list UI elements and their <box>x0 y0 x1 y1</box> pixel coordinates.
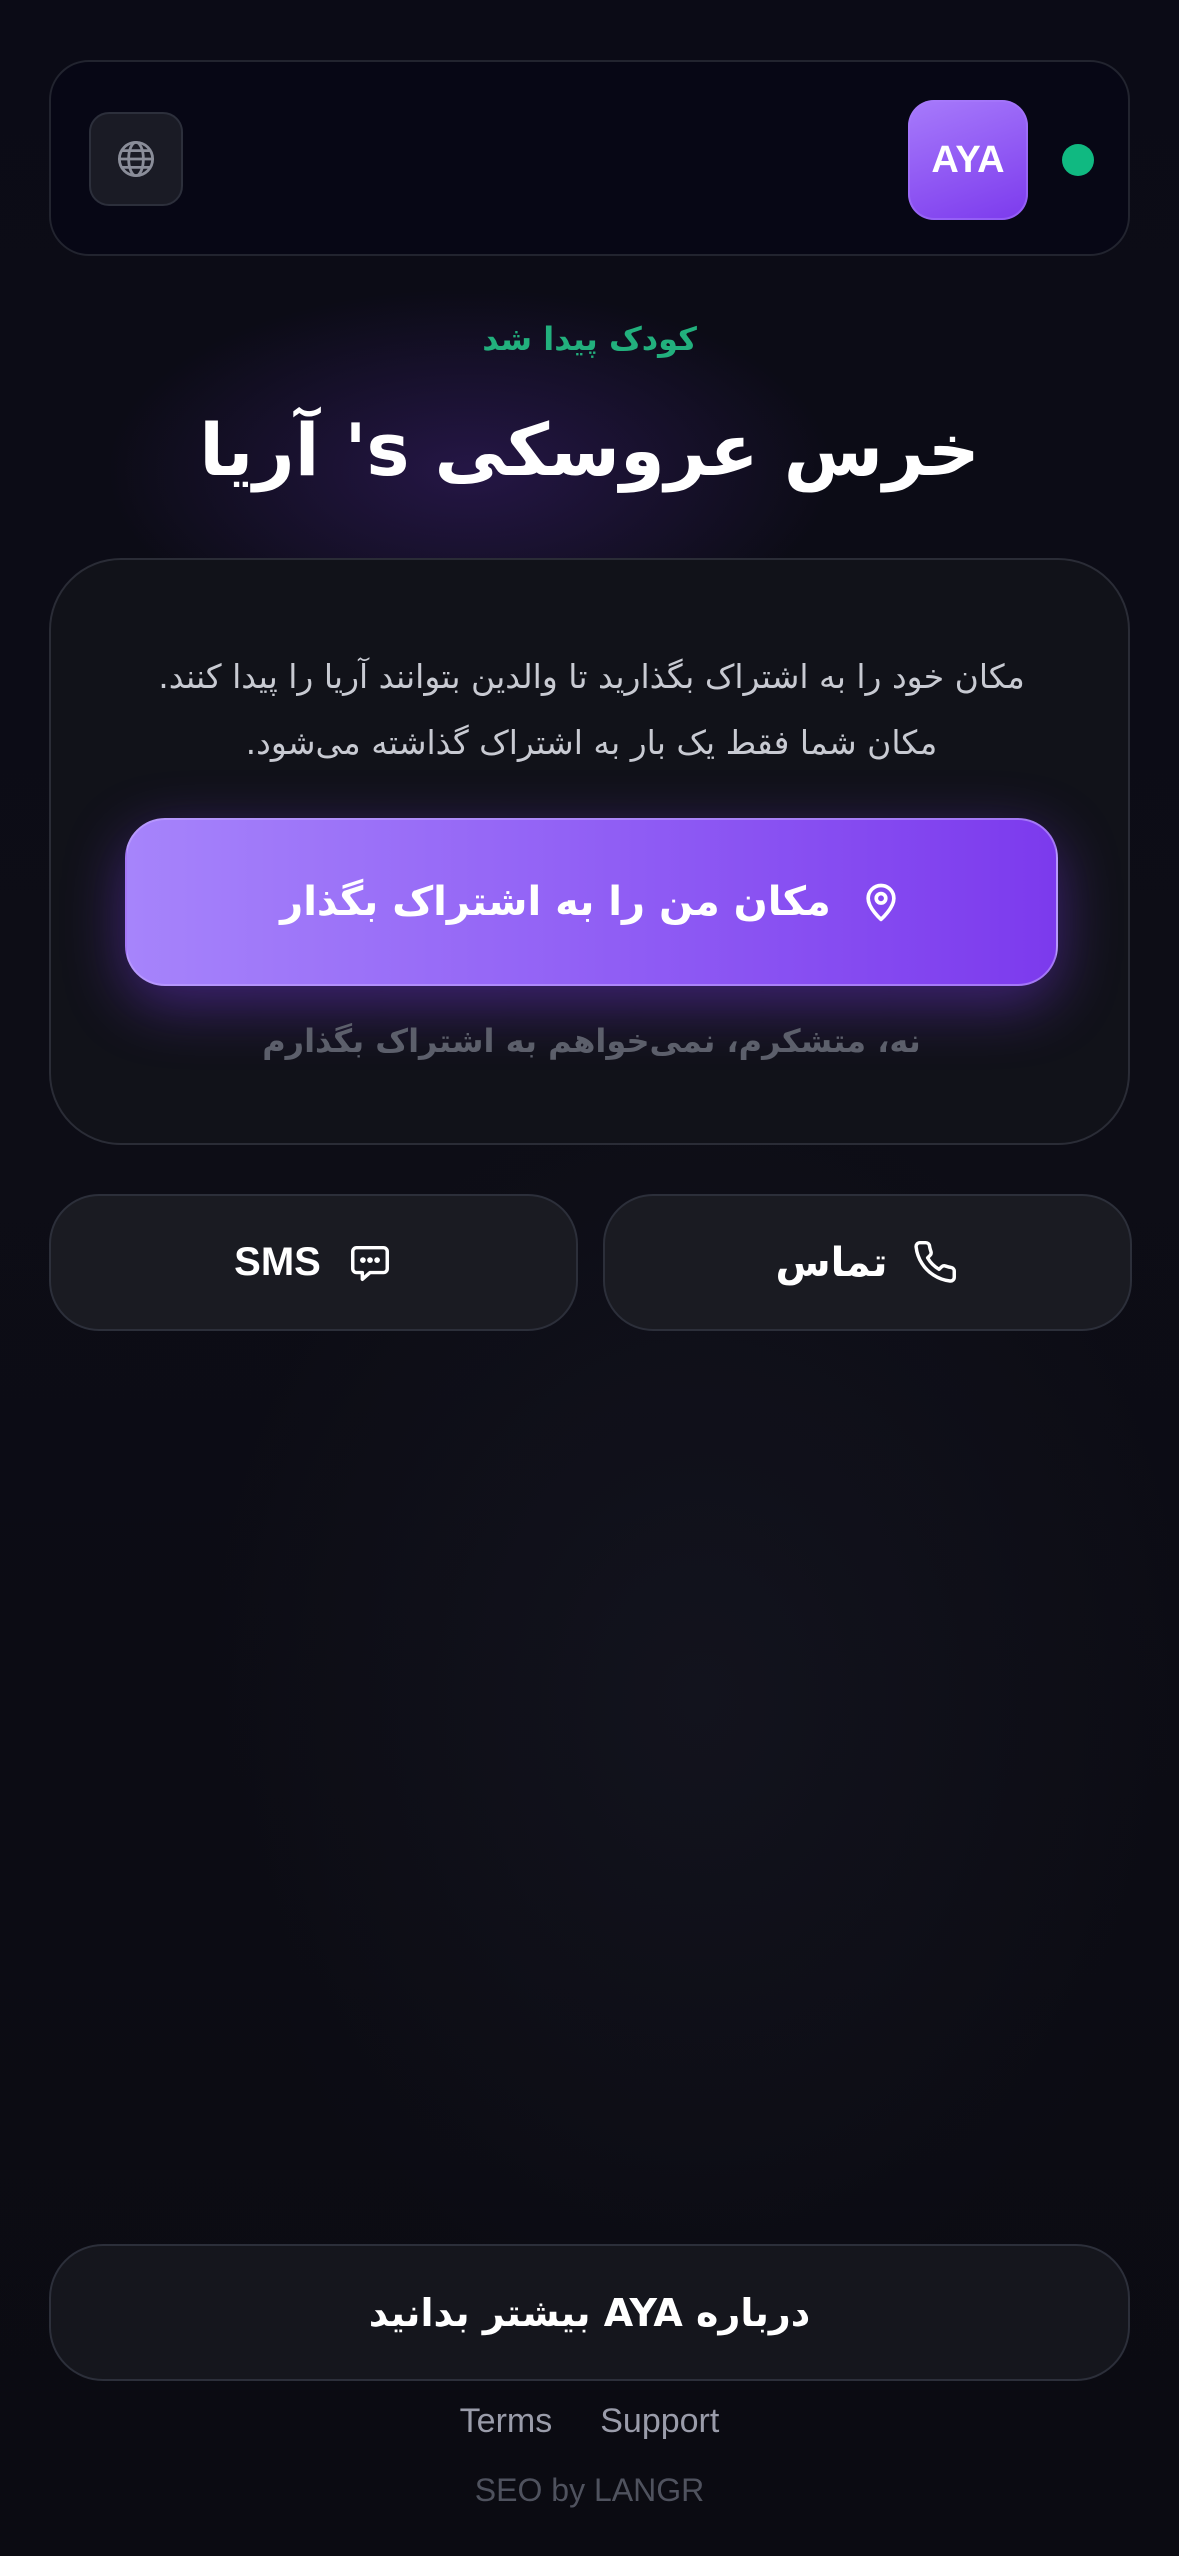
found-status-label: کودک پیدا شد <box>482 320 697 358</box>
share-location-button[interactable]: مکان من را به اشتراک بگذار <box>125 818 1058 986</box>
learn-more-label: درباره AYA بیشتر بدانید <box>368 2290 811 2335</box>
call-button[interactable]: تماس <box>603 1194 1132 1331</box>
decline-share-link[interactable]: نه، متشکرم، نمی‌خواهم به اشتراک بگذارم <box>51 1022 1132 1060</box>
support-link[interactable]: Support <box>600 2402 719 2441</box>
learn-more-button[interactable]: درباره AYA بیشتر بدانید <box>49 2244 1130 2381</box>
share-location-button-label: مکان من را به اشتراک بگذار <box>280 879 831 925</box>
globe-icon <box>117 140 155 178</box>
call-button-label: تماس <box>775 1239 888 1286</box>
online-status-dot <box>1062 144 1094 176</box>
seo-credit: SEO by LANGR <box>474 2472 705 2508</box>
sms-button[interactable]: SMS <box>49 1194 578 1331</box>
sms-button-label: SMS <box>234 1240 321 1284</box>
map-pin-icon <box>866 883 896 922</box>
footer-links: Terms Support <box>0 2402 1179 2441</box>
share-description: مکان خود را به اشتراک بگذارید تا والدین … <box>158 657 1025 762</box>
top-bar: AYA <box>49 60 1130 256</box>
language-button[interactable] <box>89 112 183 206</box>
page-title: آریا 's خرس عروسکی <box>199 408 980 492</box>
terms-link[interactable]: Terms <box>460 2402 553 2441</box>
aya-logo: AYA <box>908 100 1028 220</box>
logo-text: AYA <box>931 138 1005 181</box>
message-dots-icon <box>350 1245 389 1281</box>
phone-icon <box>913 1240 956 1283</box>
share-location-card: مکان خود را به اشتراک بگذارید تا والدین … <box>49 558 1130 1145</box>
